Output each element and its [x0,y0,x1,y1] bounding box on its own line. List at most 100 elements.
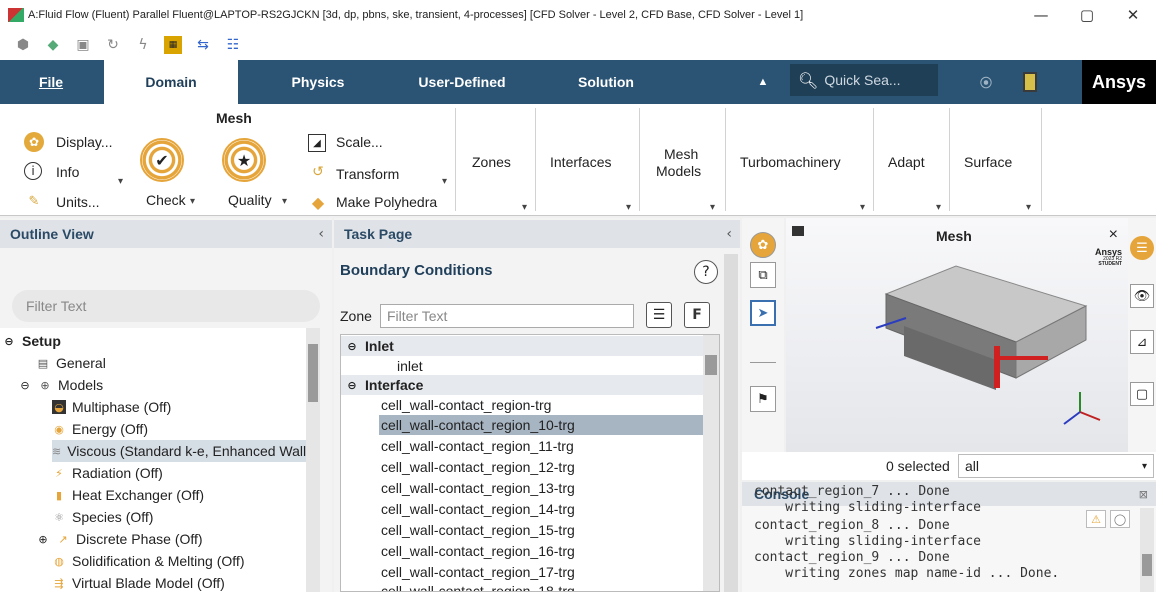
clear-console-icon[interactable]: ◯ [1110,510,1130,528]
probe-icon[interactable]: ⚑ [750,386,776,412]
console-options-icon[interactable]: ⊠ [1139,488,1148,501]
collapse-panel-icon[interactable]: ‹ [726,226,732,242]
lightning-icon[interactable]: ϟ [134,36,152,54]
tab-physics[interactable]: Physics [268,60,368,104]
chevron-down-icon[interactable]: ▾ [1142,461,1147,472]
zone-list-scroll-thumb[interactable] [705,355,717,375]
outline-scroll-thumb[interactable] [308,344,318,402]
tree-item-heat-exchanger[interactable]: ▮ Heat Exchanger (Off) [52,484,204,506]
tree-item-setup[interactable]: ⊖ Setup [2,330,61,352]
display-button[interactable]: Display... [56,134,113,150]
tree-item-species[interactable]: ⚛︎ Species (Off) [52,506,153,528]
turbomachinery-button[interactable]: Turbomachinery [740,154,841,170]
zones-button[interactable]: Zones [472,154,511,170]
tab-file[interactable]: File [26,60,76,104]
console-scroll-thumb[interactable] [1142,554,1152,576]
zone-filter-input[interactable]: Filter Text [380,304,634,328]
mesh-models-label-2[interactable]: Models [656,163,701,179]
fit-view-icon[interactable]: ⧉ [750,262,776,288]
minimize-button[interactable]: — [1018,0,1064,30]
expand-icon[interactable]: ⊕ [36,532,50,546]
filter-type-icon[interactable]: F [684,302,710,328]
plot-icon[interactable]: ⊿ [1130,330,1154,354]
transform-icon[interactable]: ↺ [308,162,328,182]
close-window-button[interactable]: ✕ [1110,0,1156,30]
transform-button[interactable]: Transform [336,166,399,182]
surface-dropdown-icon[interactable]: ▾ [1026,202,1031,213]
make-polyhedra-button[interactable]: Make Polyhedra [336,194,437,210]
transform-dropdown-icon[interactable]: ▾ [442,176,447,187]
interfaces-button[interactable]: Interfaces [550,154,611,170]
collapse-icon[interactable]: ⊖ [2,334,16,348]
visibility-icon[interactable]: 👁︎ [1130,284,1154,308]
box-icon[interactable]: ▣ [74,36,92,54]
grid-transfer-icon[interactable]: ⇆ [194,36,212,54]
scale-icon[interactable]: ◢ [308,134,326,152]
collapse-icon[interactable]: ⊖ [345,339,359,353]
quality-button[interactable]: Quality [228,192,272,208]
tree-item-models[interactable]: ⊖ ⊕ Models [18,374,103,396]
list-group-interface[interactable]: ⊖ Interface [341,375,703,395]
tree-item-viscous[interactable]: ≋ Viscous (Standard k-e, Enhanced Wall F… [52,440,320,462]
list-item[interactable]: cell_wall-contact_region_17-trg [341,562,703,582]
info-icon[interactable]: i [24,162,42,180]
list-item[interactable]: cell_wall-contact_region_11-trg [341,436,703,456]
tab-user-defined[interactable]: User-Defined [390,60,534,104]
tab-solution[interactable]: Solution [556,60,656,104]
zone-list-scrollbar[interactable] [703,335,719,591]
interfaces-dropdown-icon[interactable]: ▾ [626,202,631,213]
units-button[interactable]: Units... [56,194,100,210]
tree-item-multiphase[interactable]: ◒ Multiphase (Off) [52,396,171,418]
model-icon[interactable]: ◆ [44,36,62,54]
zones-dropdown-icon[interactable]: ▾ [522,202,527,213]
tree-item-radiation[interactable]: ⚡︎ Radiation (Off) [52,462,163,484]
quick-search-input[interactable]: 🔍︎ Quick Sea... [790,64,938,96]
list-item[interactable]: cell_wall-contact_region_15-trg [341,520,703,540]
list-item[interactable]: cell_wall-contact_region_13-trg [341,478,703,498]
cube-icon[interactable]: ⬢ [14,36,32,54]
quality-icon[interactable]: ★ [222,138,266,182]
display-icon[interactable]: ✿ [24,132,44,152]
list-item[interactable]: inlet [341,356,703,376]
tree-item-solidification[interactable]: ◍ Solidification & Melting (Off) [52,550,244,572]
scale-button[interactable]: Scale... [336,134,383,150]
quality-dropdown-icon[interactable]: ▾ [282,196,287,207]
mosaic-icon[interactable]: ☷ [224,36,242,54]
list-group-inlet[interactable]: ⊖ Inlet [341,336,703,356]
units-icon[interactable]: ✎ [24,192,44,210]
tree-item-virtual-blade[interactable]: ⇶ Virtual Blade Model (Off) [52,572,224,592]
tree-item-general[interactable]: ▤ General [36,352,106,374]
list-item[interactable]: cell_wall-contact_region_12-trg [341,457,703,477]
collapse-panel-icon[interactable]: ‹ [318,226,324,242]
collapse-icon[interactable]: ⊖ [345,378,359,392]
filter-options-icon[interactable]: ☰ [646,302,672,328]
list-item[interactable]: cell_wall-contact_region-trg [341,395,703,415]
adapt-dropdown-icon[interactable]: ▾ [936,202,941,213]
console-scrollbar[interactable] [1140,508,1154,592]
help-button[interactable]: ? [694,260,718,284]
list-item[interactable]: cell_wall-contact_region_14-trg [341,499,703,519]
check-icon[interactable]: ✔ [140,138,184,182]
check-dropdown-icon[interactable]: ▾ [190,196,195,207]
check-button[interactable]: Check [146,192,186,208]
adapt-button[interactable]: Adapt [888,154,925,170]
maximize-button[interactable]: ▢ [1064,0,1110,30]
layout-icon[interactable] [1018,60,1042,104]
info-button[interactable]: Info [56,164,79,180]
outline-filter-input[interactable]: Filter Text [12,290,320,322]
workbench-icon[interactable]: ▦ [164,36,182,54]
list-item-selected[interactable]: cell_wall-contact_region_10-trg [379,415,703,435]
tree-item-discrete-phase[interactable]: ⊕ ↗ Discrete Phase (Off) [36,528,202,550]
tree-item-energy[interactable]: ◉ Energy (Off) [52,418,148,440]
outline-scrollbar[interactable] [306,328,320,592]
display-options-icon[interactable]: ☰ [1130,236,1154,260]
list-item[interactable]: cell_wall-contact_region_16-trg [341,541,703,561]
warning-icon[interactable]: ⚠ [1086,510,1106,528]
collapse-ribbon-icon[interactable]: ▲ [748,60,778,104]
selection-filter-dropdown[interactable]: all ▾ [958,454,1154,478]
mesh-models-label-1[interactable]: Mesh [664,146,698,162]
refresh-icon[interactable]: ↻ [104,36,122,54]
info-dropdown-icon[interactable]: ▾ [118,176,123,187]
collapse-icon[interactable]: ⊖ [18,378,32,392]
turbomachinery-dropdown-icon[interactable]: ▾ [860,202,865,213]
